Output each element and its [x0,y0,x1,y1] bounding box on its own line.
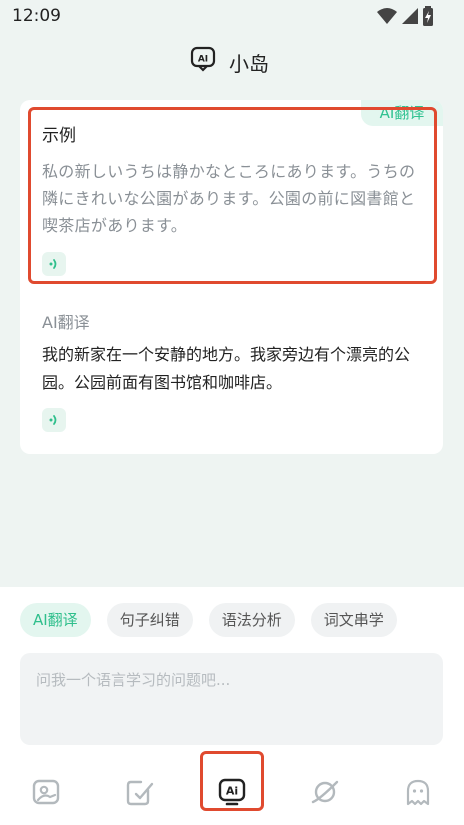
speaker-wave-icon [49,415,57,425]
chip-sentence-correction[interactable]: 句子纠错 [106,603,193,637]
translation-text: 我的新家在一个安静的地方。我家旁边有个漂亮的公园。公园前面有图书馆和咖啡店。 [42,345,411,392]
translation-label: AI翻译 [42,313,90,332]
bottom-panel: AI翻译 句子纠错 语法分析 词文串学 Ai [0,587,464,825]
ghost-icon[interactable] [403,777,433,807]
ai-logo-icon: AI [190,46,216,72]
status-icons [376,6,434,26]
status-bar: 12:09 [0,0,464,32]
source-highlight-box [28,107,437,284]
page-title: 小岛 [229,52,269,76]
chip-word-learning[interactable]: 词文串学 [310,603,397,637]
check-note-icon[interactable] [124,777,154,807]
svg-text:AI: AI [198,55,208,65]
wifi-icon [377,8,397,24]
battery-icon [423,6,433,26]
app-header: AI 小岛 [0,44,464,80]
photo-icon[interactable] [31,777,61,807]
play-translation-audio-button[interactable] [42,408,66,432]
feature-chips: AI翻译 句子纠错 语法分析 词文串学 [20,603,397,637]
chip-grammar-analysis[interactable]: 语法分析 [208,603,295,637]
nav-highlight-box [200,751,264,811]
question-input[interactable] [20,653,443,745]
status-time: 12:09 [12,6,61,26]
chip-ai-translate[interactable]: AI翻译 [20,603,91,637]
signal-icon [402,8,418,24]
planet-icon[interactable] [310,777,340,807]
